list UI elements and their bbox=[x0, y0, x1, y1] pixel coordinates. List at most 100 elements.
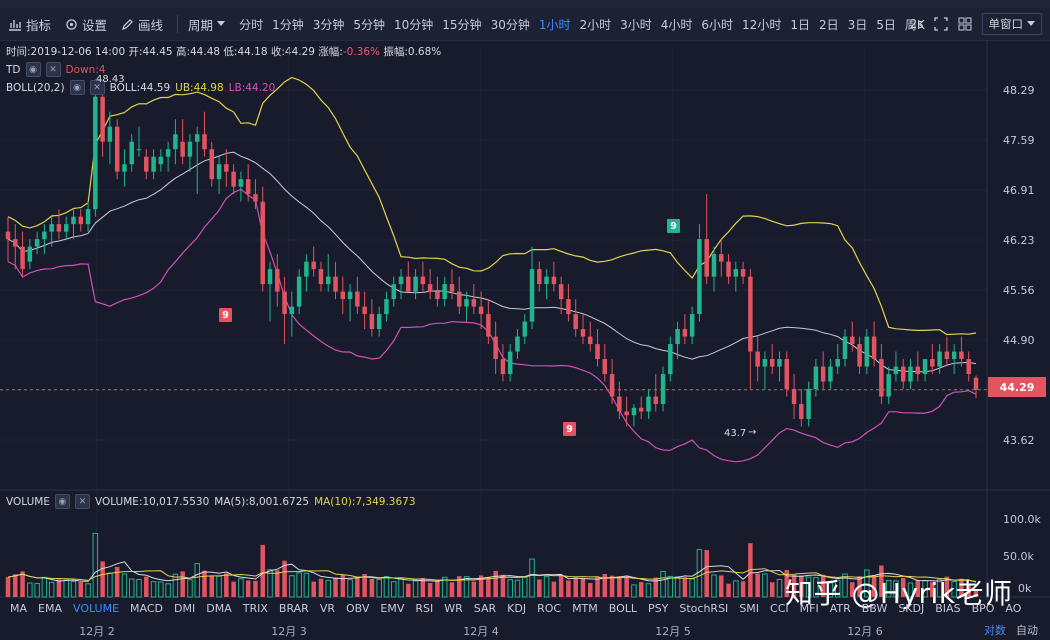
indicator-tab[interactable]: OBV bbox=[346, 602, 369, 615]
refresh-interval[interactable]: 2s bbox=[910, 17, 924, 31]
indicator-tab[interactable]: DMI bbox=[174, 602, 195, 615]
period-option[interactable]: 12小时 bbox=[742, 16, 781, 33]
indicator-tab[interactable]: DMA bbox=[206, 602, 232, 615]
eye-icon[interactable]: ◉ bbox=[25, 62, 41, 77]
candle-body bbox=[282, 291, 287, 315]
period-option[interactable]: 1日 bbox=[790, 16, 810, 33]
indicator-tab[interactable]: VR bbox=[320, 602, 335, 615]
period-option[interactable]: 2日 bbox=[819, 16, 839, 33]
period-option[interactable]: 3小时 bbox=[620, 16, 652, 33]
indicator-tab[interactable]: EMV bbox=[380, 602, 404, 615]
candle-body bbox=[711, 254, 717, 277]
indicator-tab[interactable]: BBW bbox=[862, 602, 888, 615]
volume-bar bbox=[150, 581, 157, 598]
indicator-tab[interactable]: CCI bbox=[770, 602, 789, 615]
period-list: 分时 1分钟 3分钟 5分钟 10分钟 15分钟 30分钟 1小时 2小时 3小时 4小时 6小时 12… bbox=[239, 16, 934, 33]
indicator-tab[interactable]: PSY bbox=[648, 602, 668, 615]
indicator-tab[interactable]: KDJ bbox=[507, 602, 526, 615]
candle-body bbox=[136, 149, 142, 151]
indicator-tab[interactable]: ROC bbox=[537, 602, 561, 615]
candle-body bbox=[253, 194, 258, 202]
indicator-tab[interactable]: StochRSI bbox=[679, 602, 728, 615]
indicator-tab[interactable]: BPO bbox=[972, 602, 995, 615]
indicator-tab[interactable]: SKDJ bbox=[898, 602, 924, 615]
indicator-tab[interactable]: VOLUME bbox=[73, 602, 119, 615]
date-label: 12月 3 bbox=[271, 625, 307, 638]
window-mode-select[interactable]: 单窗口 bbox=[981, 13, 1042, 35]
indicator-tab[interactable]: SAR bbox=[474, 602, 496, 615]
indicator-tab[interactable]: MA bbox=[10, 602, 27, 615]
close-icon[interactable]: ✕ bbox=[74, 494, 90, 509]
period-option[interactable]: 30分钟 bbox=[491, 16, 530, 33]
period-option[interactable]: 5分钟 bbox=[353, 16, 385, 33]
draw-line-button[interactable]: 画线 bbox=[121, 15, 163, 34]
candle-body bbox=[289, 306, 295, 315]
indicator-tab[interactable]: ATR bbox=[830, 602, 851, 615]
settings-button[interactable]: 设置 bbox=[65, 15, 107, 34]
candle-body bbox=[5, 231, 11, 240]
indicators-button[interactable]: 指标 bbox=[8, 15, 51, 34]
indicator-tab[interactable]: AO bbox=[1005, 602, 1021, 615]
indicator-tab[interactable]: EMA bbox=[38, 602, 62, 615]
indicator-tab[interactable]: WR bbox=[444, 602, 463, 615]
fullscreen-icon[interactable] bbox=[933, 17, 948, 31]
period-option[interactable]: 1分钟 bbox=[272, 16, 304, 33]
volume-bar bbox=[412, 580, 419, 598]
volume-bar bbox=[435, 580, 440, 597]
auto-scale-toggle[interactable]: 自动 bbox=[1016, 622, 1038, 638]
caret-down-icon bbox=[217, 21, 226, 26]
axis-scale-controls: 对数 自动 bbox=[984, 622, 1038, 638]
period-option[interactable]: 3分钟 bbox=[313, 16, 345, 33]
period-option[interactable]: 2小时 bbox=[579, 16, 611, 33]
period-option[interactable]: 4小时 bbox=[661, 16, 693, 33]
candle-body bbox=[245, 179, 251, 195]
period-option[interactable]: 5日 bbox=[876, 16, 896, 33]
volume-bar bbox=[682, 577, 688, 597]
volume-bar bbox=[121, 573, 128, 598]
candle-body bbox=[318, 269, 324, 285]
period-option[interactable]: 1小时 bbox=[539, 16, 571, 33]
candle-body bbox=[537, 269, 542, 285]
period-option[interactable]: 15分钟 bbox=[442, 16, 481, 33]
indicator-tab-bar: MA EMA VOLUME MACD DMI DMA TRIX BRAR VR OBV EMV RSI… bbox=[0, 598, 1021, 618]
price-chart[interactable] bbox=[0, 40, 1050, 600]
volume-bar bbox=[48, 581, 55, 598]
td-indicator-legend: TD ◉ ✕ Down:4 bbox=[6, 62, 105, 77]
indicator-tab[interactable]: RSI bbox=[415, 602, 433, 615]
indicator-tab[interactable]: BRAR bbox=[279, 602, 309, 615]
period-option[interactable]: 分时 bbox=[239, 16, 263, 33]
volume-bar bbox=[521, 576, 528, 598]
period-option[interactable]: 3日 bbox=[848, 16, 868, 33]
indicator-tab[interactable]: BOLL bbox=[609, 602, 637, 615]
volume-bar bbox=[558, 575, 564, 597]
grid-icon[interactable] bbox=[958, 17, 972, 31]
eye-icon[interactable]: ◉ bbox=[69, 80, 85, 95]
candle-body bbox=[413, 276, 418, 292]
period-dropdown[interactable]: 周期 bbox=[188, 15, 226, 34]
volume-bar bbox=[398, 578, 404, 598]
volume-bar bbox=[537, 579, 542, 597]
candle-body bbox=[500, 359, 506, 375]
indicator-tab[interactable]: MTM bbox=[572, 602, 598, 615]
period-option[interactable]: 10分钟 bbox=[394, 16, 433, 33]
td-sequential-mark: 9 bbox=[219, 308, 232, 322]
candle-body bbox=[769, 359, 775, 367]
candle-body bbox=[806, 389, 811, 420]
candle-body bbox=[456, 291, 462, 307]
eye-icon[interactable]: ◉ bbox=[54, 494, 70, 509]
candle-body bbox=[864, 336, 870, 367]
indicator-tab[interactable]: MFI bbox=[800, 602, 819, 615]
td-sequential-mark: 9 bbox=[667, 219, 680, 233]
volume-bar bbox=[486, 577, 491, 597]
candle-body bbox=[435, 291, 440, 300]
close-icon[interactable]: ✕ bbox=[45, 62, 61, 77]
candle-body bbox=[922, 359, 928, 375]
period-label: 周期 bbox=[188, 17, 214, 33]
indicator-tab[interactable]: BIAS bbox=[935, 602, 960, 615]
volume-bar bbox=[500, 574, 506, 597]
indicator-tab[interactable]: MACD bbox=[130, 602, 163, 615]
period-option[interactable]: 6小时 bbox=[701, 16, 733, 33]
log-scale-toggle[interactable]: 对数 bbox=[984, 622, 1006, 638]
indicator-tab[interactable]: TRIX bbox=[243, 602, 268, 615]
indicator-tab[interactable]: SMI bbox=[739, 602, 759, 615]
